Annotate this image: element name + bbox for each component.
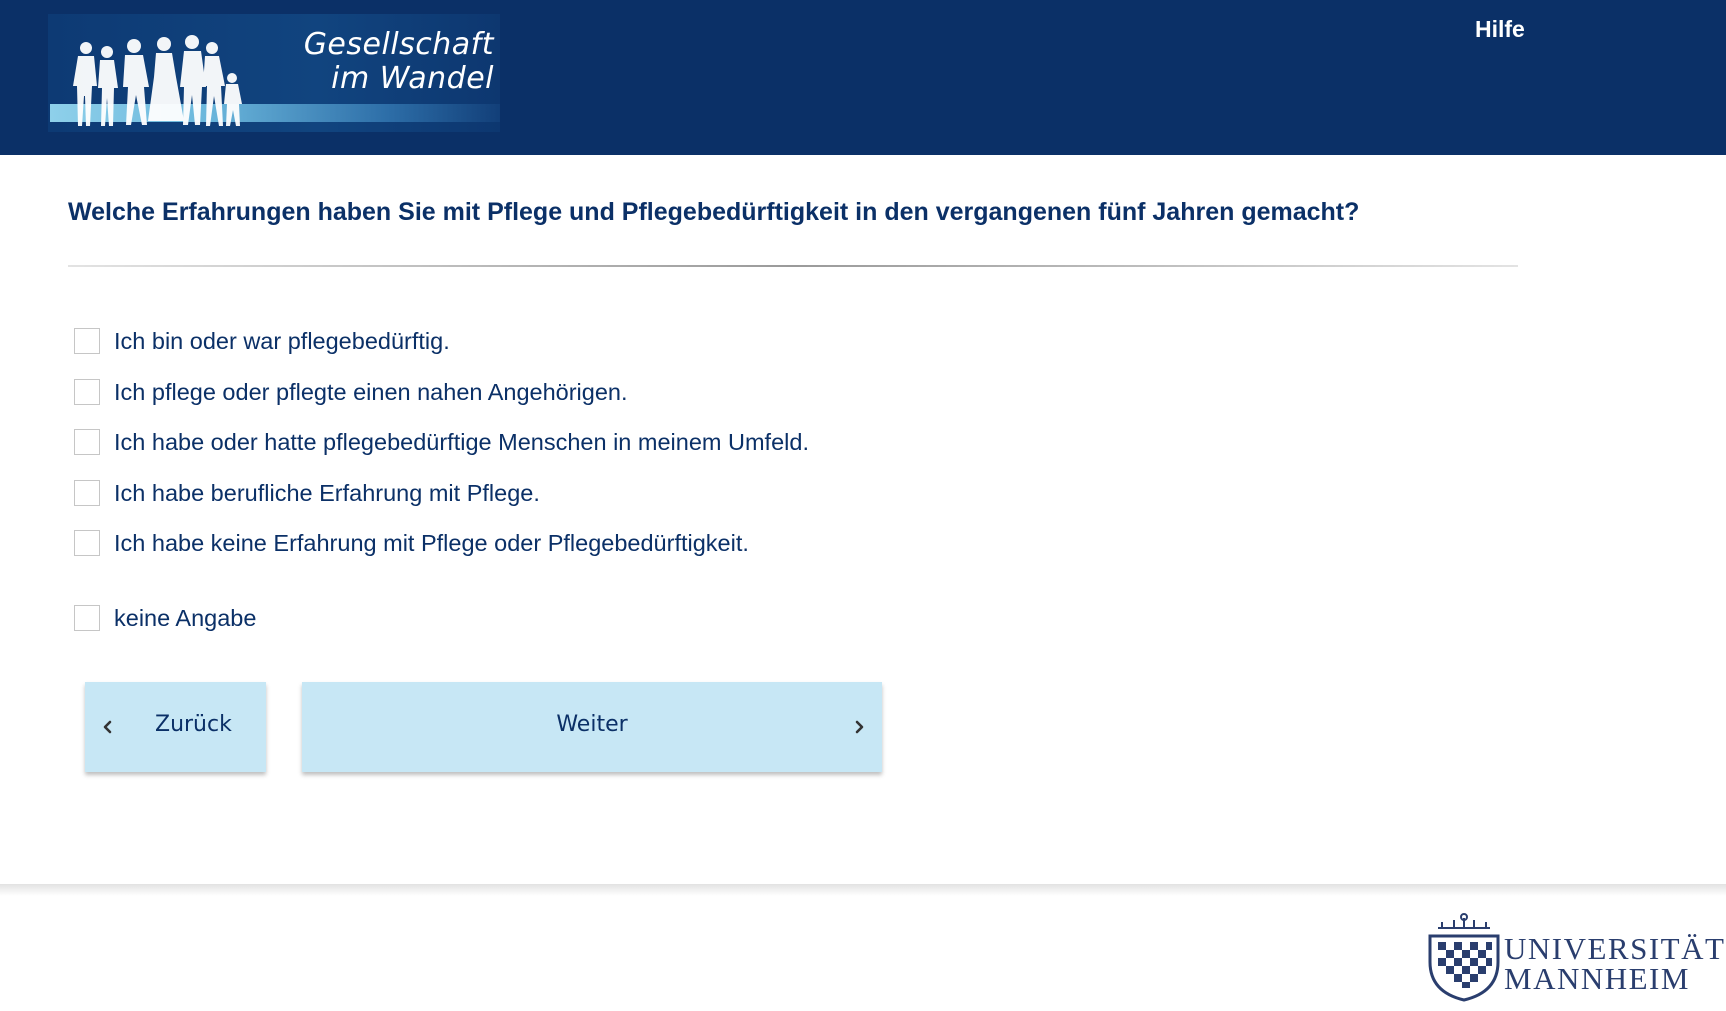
checkbox[interactable] — [74, 479, 100, 506]
crest-icon — [1428, 913, 1500, 1002]
option-label: Ich pflege oder pflegte einen nahen Ange… — [114, 378, 628, 405]
gesellschaft-im-wandel-logo: Gesellschaft im Wandel — [48, 14, 500, 132]
chevron-right-icon — [855, 720, 864, 734]
divider — [68, 265, 1518, 267]
checkbox[interactable] — [74, 530, 100, 556]
help-link[interactable]: Hilfe — [1475, 16, 1525, 43]
checkbox[interactable] — [74, 328, 100, 354]
option-item[interactable]: Ich pflege oder pflegte einen nahen Ange… — [74, 376, 974, 427]
logo-text: Gesellschaft im Wandel — [264, 28, 494, 96]
logo-line-2: im Wandel — [331, 61, 494, 96]
universitaet-mannheim-logo: UNIVERSITÄT MANNHEIM — [1424, 912, 1726, 1002]
next-button-label: Weiter — [556, 712, 628, 737]
university-name: UNIVERSITÄT MANNHEIM — [1504, 931, 1726, 996]
university-line-2: MANNHEIM — [1504, 961, 1690, 996]
back-button-label: Zurück — [155, 712, 232, 737]
option-item[interactable]: Ich habe berufliche Erfahrung mit Pflege… — [74, 477, 974, 528]
option-item-no-answer[interactable]: keine Angabe — [74, 602, 974, 653]
site-header: Gesellschaft im Wandel Hilfe — [0, 0, 1726, 155]
checkbox[interactable] — [74, 429, 100, 455]
next-button[interactable]: Weiter — [302, 682, 882, 772]
answer-options: Ich bin oder war pflegebedürftig. Ich pf… — [74, 325, 974, 652]
option-item[interactable]: Ich habe oder hatte pflegebedürftige Men… — [74, 426, 974, 477]
option-item[interactable]: Ich bin oder war pflegebedürftig. — [74, 325, 974, 376]
option-item[interactable]: Ich habe keine Erfahrung mit Pflege oder… — [74, 527, 974, 578]
checkbox[interactable] — [74, 604, 100, 631]
option-label: Ich habe berufliche Erfahrung mit Pflege… — [114, 479, 540, 506]
back-button[interactable]: Zurück — [85, 682, 266, 772]
university-line-1: UNIVERSITÄT — [1504, 931, 1726, 966]
option-label: Ich bin oder war pflegebedürftig. — [114, 328, 450, 354]
option-label: Ich habe oder hatte pflegebedürftige Men… — [114, 429, 809, 455]
footer-divider — [0, 884, 1726, 896]
option-label: keine Angabe — [114, 604, 257, 631]
option-label: Ich habe keine Erfahrung mit Pflege oder… — [114, 530, 749, 556]
logo-line-1: Gesellschaft — [303, 27, 494, 62]
people-silhouettes-icon — [73, 35, 242, 126]
chevron-left-icon — [103, 720, 112, 734]
checkbox[interactable] — [74, 378, 100, 405]
question-text: Welche Erfahrungen haben Sie mit Pflege … — [68, 198, 1360, 226]
